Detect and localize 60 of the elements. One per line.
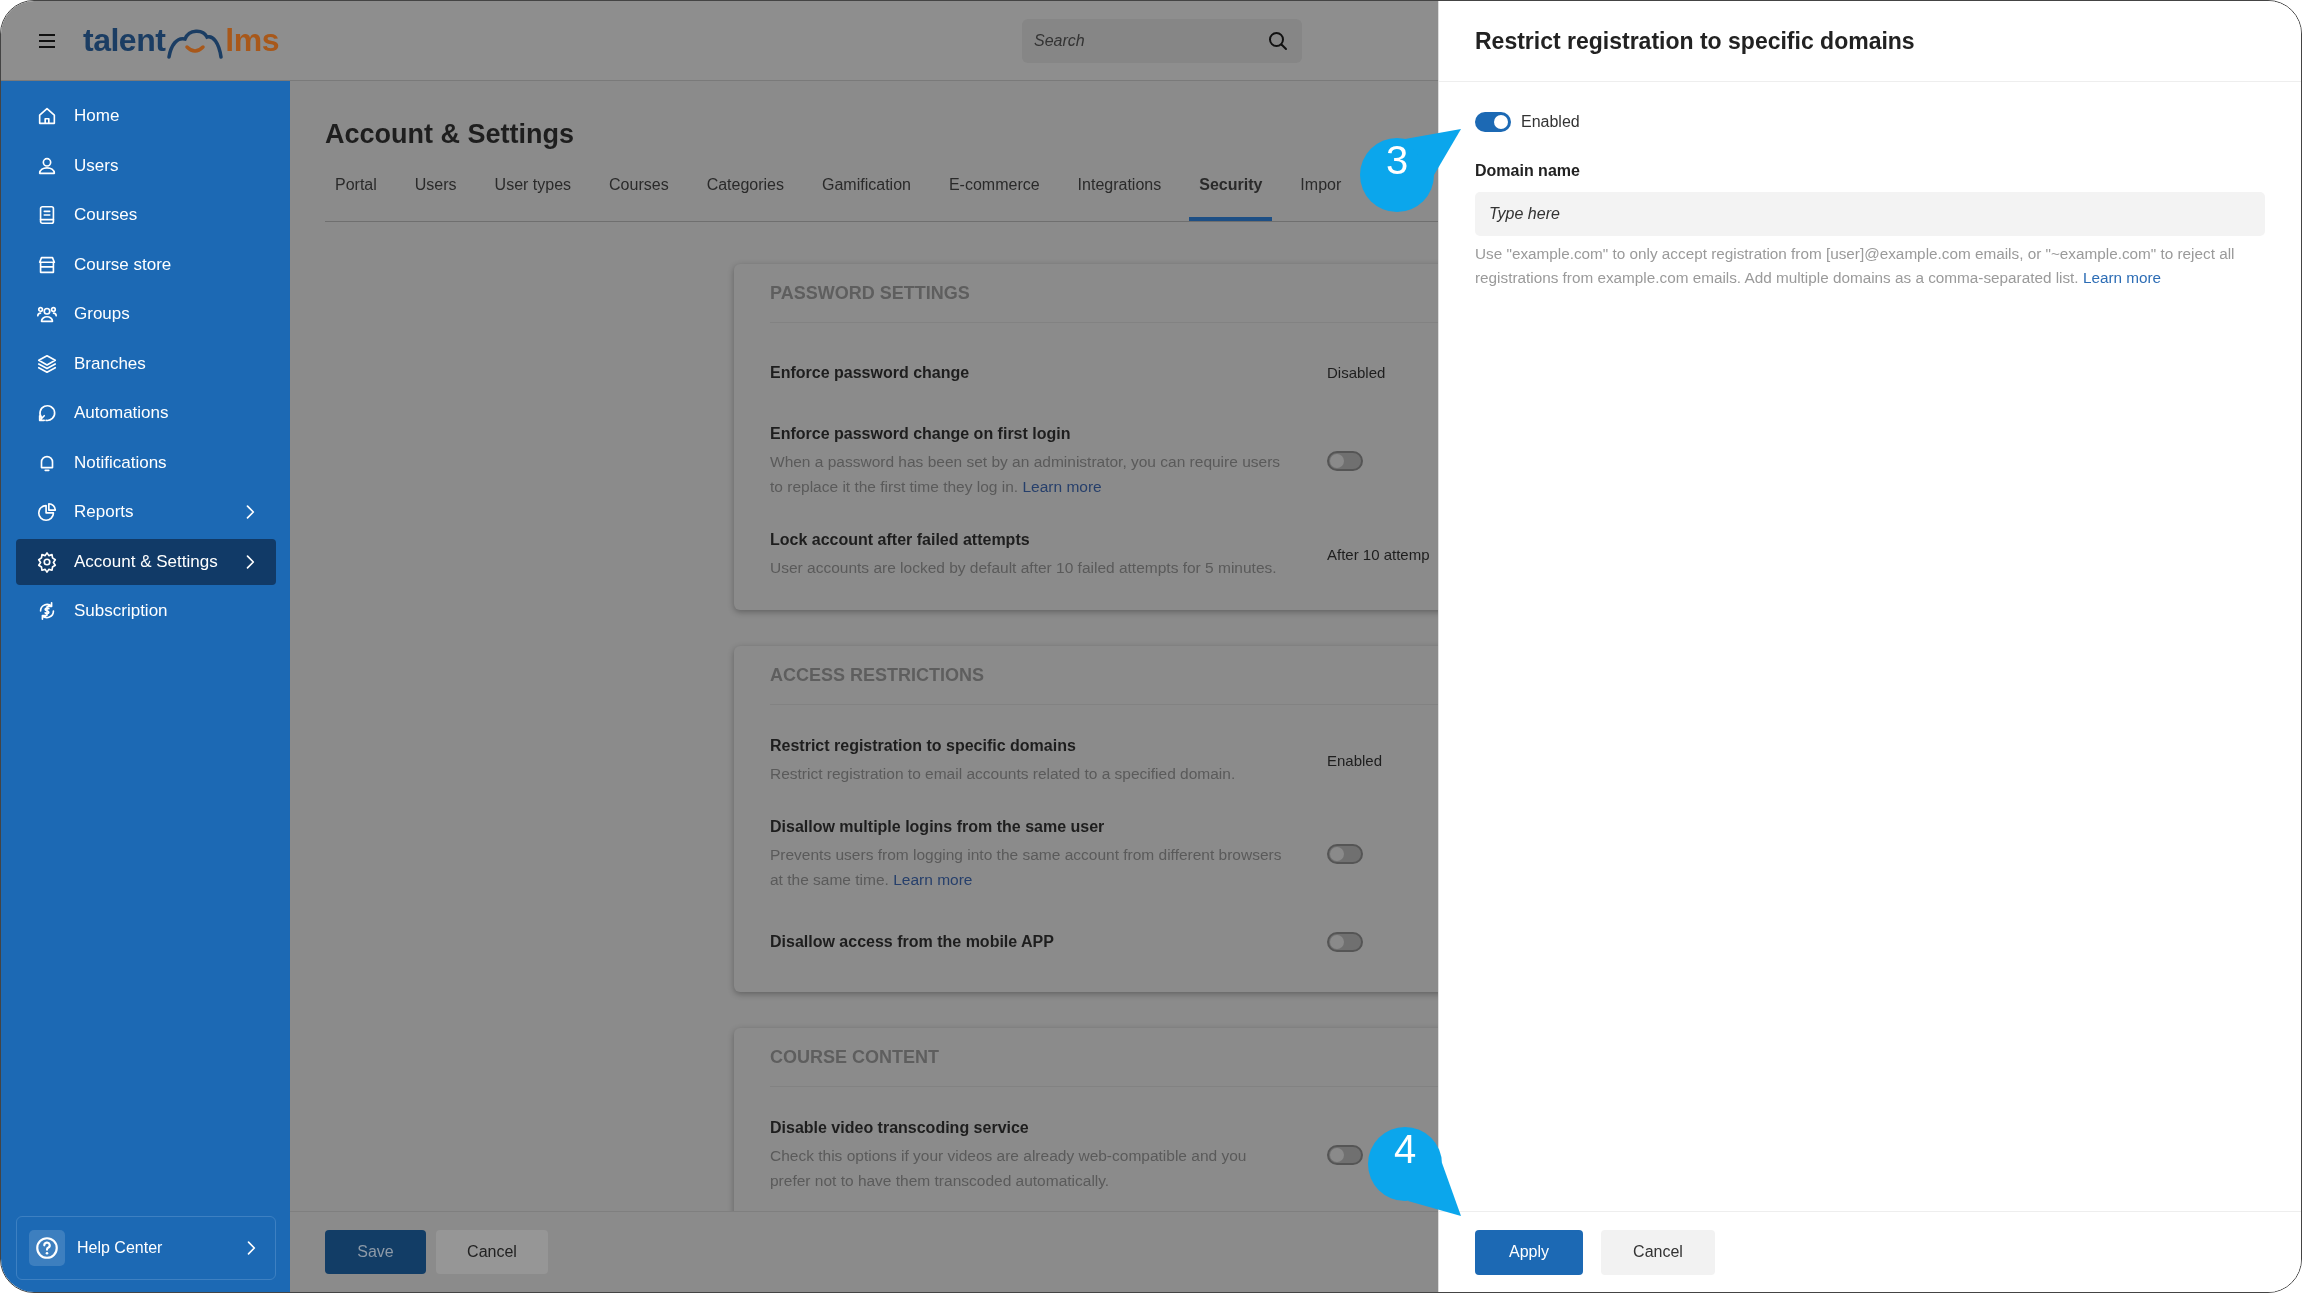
logo-text: lms: [225, 22, 279, 59]
setting-title: Restrict registration to specific domains: [770, 736, 1077, 756]
search-field[interactable]: Search: [1022, 18, 1302, 63]
sidebar-item[interactable]: Branches: [16, 340, 276, 387]
sidebar-item[interactable]: Groups: [16, 291, 276, 337]
learn-more-link[interactable]: Learn more: [1022, 478, 1102, 495]
toggle-switch[interactable]: [1327, 844, 1363, 864]
tab[interactable]: Security: [1189, 174, 1273, 221]
help-center-button[interactable]: Help Center: [16, 1216, 276, 1280]
sidebar-item[interactable]: Users: [16, 142, 276, 189]
sidebar-item[interactable]: Subscription: [16, 588, 276, 634]
toggle-switch[interactable]: [1327, 451, 1363, 471]
logo-text: talent: [83, 22, 166, 59]
house-icon: [36, 105, 58, 127]
field-label: Domain name: [1475, 162, 1581, 180]
toggle-switch[interactable]: [1327, 932, 1363, 952]
tab[interactable]: Categories: [696, 174, 794, 221]
tab[interactable]: Gamification: [812, 174, 921, 221]
tab[interactable]: Integrations: [1067, 174, 1172, 221]
layers-icon: [36, 352, 58, 375]
circular-arrow-icon: [36, 402, 58, 424]
setting-title: Enforce password change on first login: [770, 424, 1072, 444]
tab[interactable]: Impor: [1290, 174, 1352, 221]
help-icon: [34, 1235, 60, 1261]
gear-icon: [36, 550, 58, 573]
setting-title: Disallow access from the mobile APP: [770, 932, 1055, 952]
cloud-icon: [165, 27, 226, 59]
apply-button[interactable]: Apply: [1475, 1229, 1583, 1275]
tab[interactable]: User types: [484, 174, 582, 221]
setting-value: After 10 attemp: [1327, 545, 1430, 563]
setting-value: Enabled: [1327, 751, 1383, 769]
page-title: Account & Settings: [325, 119, 575, 150]
tab[interactable]: Courses: [599, 174, 679, 221]
setting-title: Lock account after failed attempts: [770, 530, 1031, 550]
toggle-switch[interactable]: [1475, 112, 1511, 132]
setting-title: Disable video transcoding service: [770, 1118, 1030, 1138]
sidebar-item[interactable]: Course store: [16, 241, 276, 288]
setting-title: Enforce password change: [770, 363, 971, 383]
sidebar-item[interactable]: Reports: [16, 489, 276, 535]
setting-value: Disabled: [1327, 364, 1386, 381]
sidebar-item[interactable]: Home: [16, 93, 276, 139]
toggle-switch[interactable]: [1327, 1145, 1363, 1165]
tab[interactable]: E-commerce: [938, 174, 1050, 221]
toggle-label: Enabled: [1521, 113, 1580, 131]
sidebar-item[interactable]: Notifications: [16, 439, 276, 486]
learn-more-link[interactable]: Learn more: [893, 871, 973, 888]
sidebar-item[interactable]: Account & Settings: [16, 538, 276, 585]
sidebar-item[interactable]: Automations: [16, 390, 276, 436]
tab[interactable]: Portal: [325, 174, 387, 221]
domain-name-field[interactable]: Type here: [1475, 192, 2265, 236]
save-button[interactable]: Save: [325, 1230, 426, 1274]
tab[interactable]: Users: [404, 174, 467, 221]
cancel-button[interactable]: Cancel: [436, 1230, 548, 1274]
pie-chart-icon: [36, 501, 58, 523]
cancel-button[interactable]: Cancel: [1601, 1229, 1715, 1275]
sidebar-item[interactable]: Courses: [16, 192, 276, 238]
setting-title: Disallow multiple logins from the same user: [770, 817, 1106, 837]
drawer-title: Restrict registration to specific domains: [1439, 1, 2301, 82]
help-text: Use "example.com" to only accept registration from [user]@example.com emails, or "~example.com" to reject all registrations from example.com emails. Add multiple domains as a comma-separated list. Learn more: [1475, 244, 2236, 288]
learn-more-link[interactable]: Learn more: [2082, 269, 2162, 286]
